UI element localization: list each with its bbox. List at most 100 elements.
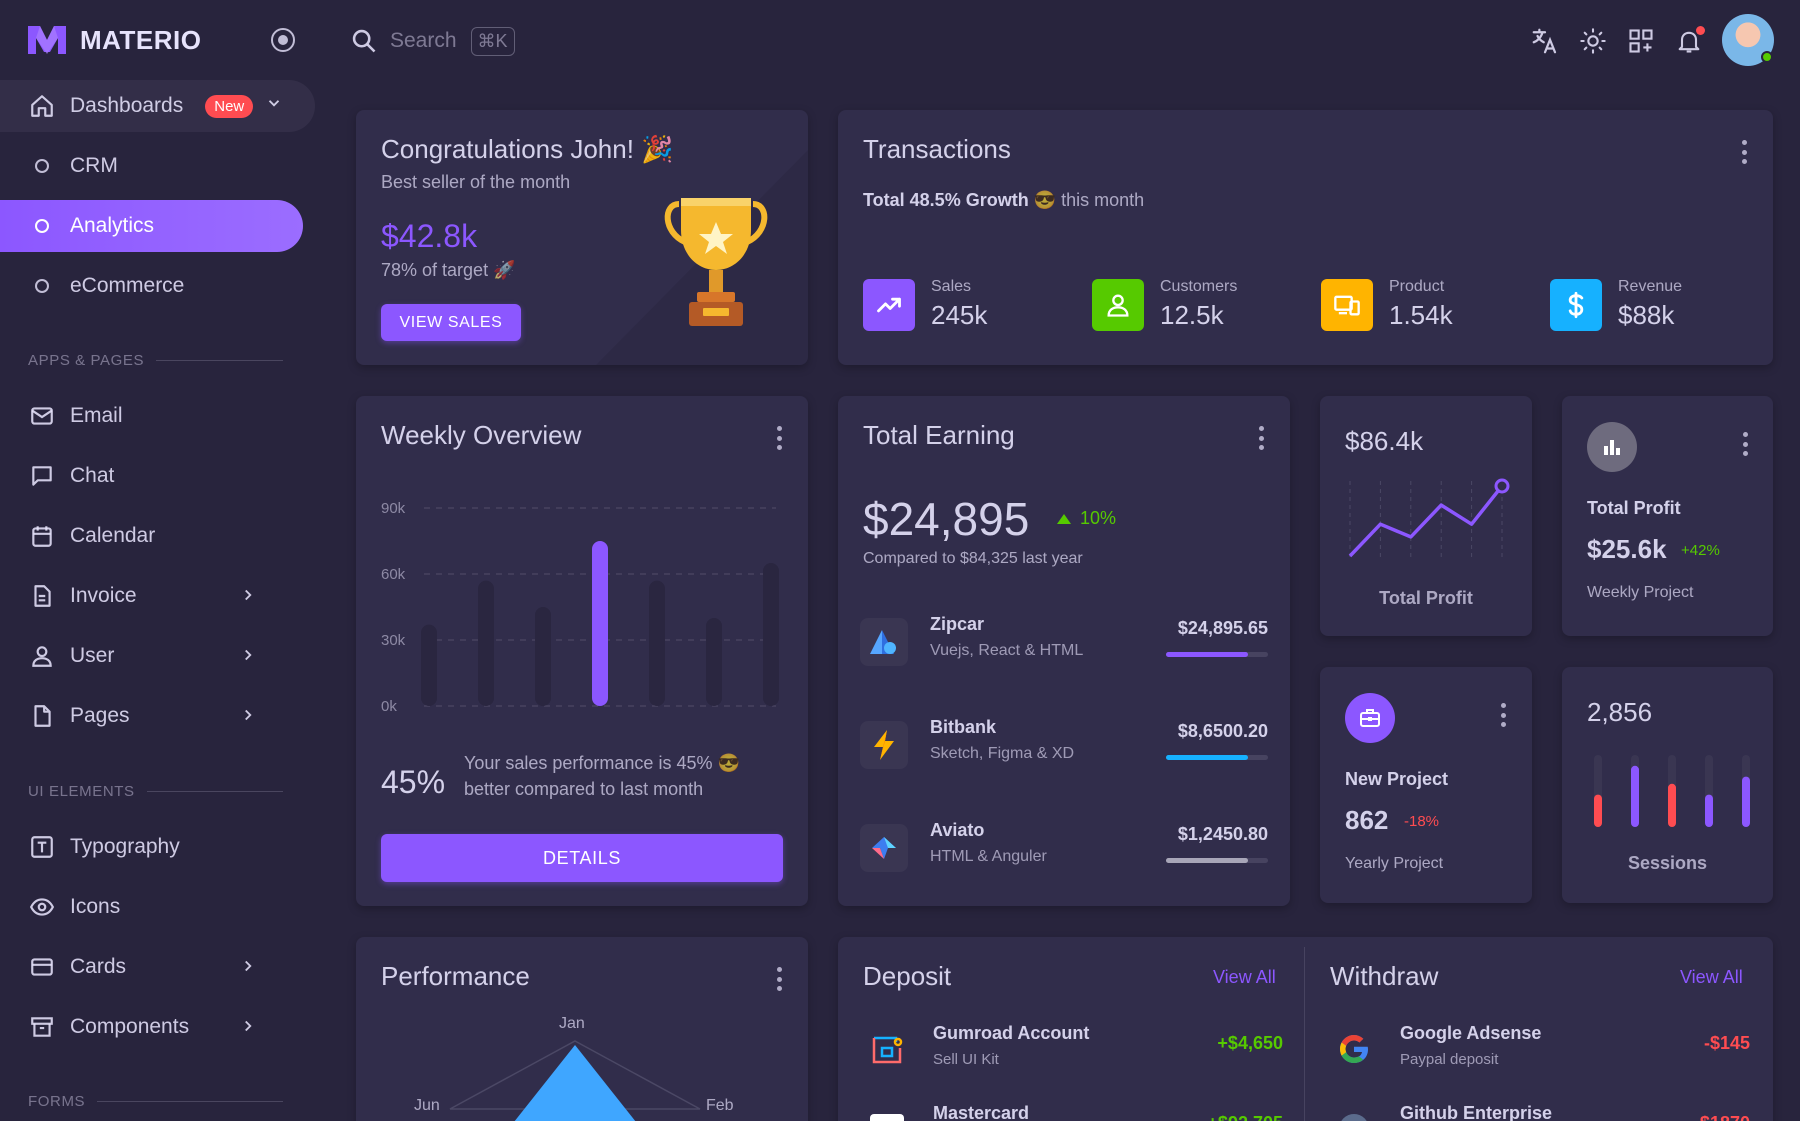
- search-bar[interactable]: Search ⌘K: [350, 24, 515, 58]
- radar-label: Jan: [559, 1015, 585, 1032]
- mail-icon: [28, 402, 56, 430]
- section-title-forms: FORMS: [28, 1093, 283, 1110]
- profit-line-label: Total Profit: [1379, 588, 1473, 608]
- sidebar-item-dashboards[interactable]: Dashboards New: [0, 80, 315, 132]
- bar-chart-icon: [1587, 422, 1637, 472]
- earning-progress-bar: [1166, 755, 1268, 760]
- github-logo-icon: [1330, 1105, 1378, 1121]
- sidebar-item-cards[interactable]: Cards: [0, 941, 315, 993]
- brand[interactable]: MATERIO: [26, 22, 201, 58]
- profit-line-card: $86.4k Total Profit: [1320, 396, 1532, 636]
- stat-value: 1.54k: [1389, 300, 1453, 330]
- earning-item-sub: Sketch, Figma & XD: [930, 745, 1075, 762]
- bar: [535, 607, 551, 706]
- trending-up-icon: [863, 278, 915, 331]
- earning-compare: Compared to $84,325 last year: [863, 550, 1083, 567]
- sidebar-item-pages[interactable]: Pages: [0, 690, 315, 742]
- deposit-item-amount: +$4,650: [1217, 1033, 1283, 1053]
- total-profit-change: +42%: [1681, 542, 1720, 559]
- search-placeholder[interactable]: Search: [390, 29, 457, 53]
- sidebar-item-label: Email: [70, 404, 123, 427]
- sessions-label: Sessions: [1627, 853, 1708, 873]
- card-icon: [28, 953, 56, 981]
- radar-label: Feb: [706, 1097, 734, 1114]
- more-vertical-icon[interactable]: [776, 426, 782, 450]
- sidebar-item-email[interactable]: Email: [0, 390, 315, 442]
- earning-item-name: Zipcar: [930, 614, 985, 634]
- stat-value: $88k: [1618, 300, 1675, 330]
- stat-label: Product: [1389, 278, 1445, 295]
- chevron-right-icon: [239, 645, 257, 671]
- withdraw-title: Withdraw: [1330, 961, 1439, 991]
- bar: [478, 580, 494, 706]
- chat-icon: [28, 462, 56, 490]
- sidebar-collapse-toggle[interactable]: [271, 28, 295, 52]
- session-bar: [1742, 776, 1750, 827]
- sessions-value: 2,856: [1587, 697, 1653, 727]
- new-project-card: New Project 862 -18% Yearly Project: [1320, 667, 1532, 903]
- view-sales-button[interactable]: VIEW SALES: [381, 304, 521, 341]
- session-bar: [1668, 783, 1676, 827]
- total-profit-value: $25.6k: [1587, 534, 1667, 564]
- earning-row: Bitbank Sketch, Figma & XD $8,6500.20: [860, 715, 1268, 775]
- sidebar-item-label: CRM: [70, 154, 118, 177]
- sidebar-item-crm[interactable]: CRM: [0, 140, 315, 192]
- deposit-view-all-link[interactable]: View All: [1213, 967, 1276, 988]
- more-vertical-icon[interactable]: [1741, 140, 1747, 164]
- total-earning-card: Total Earning $24,895 10% Compared to $8…: [838, 396, 1290, 906]
- profit-line-chart: [1348, 478, 1510, 561]
- sidebar-item-icons[interactable]: Icons: [0, 881, 315, 933]
- typography-icon: [28, 833, 56, 861]
- series-line: [1348, 484, 1504, 558]
- earning-item-sub: HTML & Anguler: [930, 848, 1047, 865]
- sun-icon[interactable]: [1576, 24, 1610, 58]
- details-button[interactable]: DETAILS: [381, 834, 783, 882]
- stat-customers: Customers 12.5k: [1092, 278, 1237, 331]
- chevron-right-icon: [239, 585, 257, 611]
- sidebar-item-calendar[interactable]: Calendar: [0, 510, 315, 562]
- sidebar-item-label: Dashboards: [70, 94, 184, 117]
- sidebar-item-label: Icons: [70, 895, 121, 918]
- sidebar-item-user[interactable]: User: [0, 630, 315, 682]
- more-vertical-icon[interactable]: [1742, 432, 1748, 456]
- session-bar: [1631, 765, 1639, 827]
- page-icon: [28, 702, 56, 730]
- deposit-item-sub: Sell UI Kit: [933, 1051, 999, 1068]
- google-logo-icon: [1330, 1025, 1378, 1073]
- sidebar-item-invoice[interactable]: Invoice: [0, 570, 315, 622]
- congrats-subtitle: Best seller of the month: [381, 172, 571, 192]
- chevron-right-icon: [239, 956, 257, 982]
- weekly-title: Weekly Overview: [381, 420, 582, 450]
- translate-icon[interactable]: [1528, 24, 1562, 58]
- sidebar-item-label: Components: [70, 1015, 190, 1038]
- sidebar-item-components[interactable]: Components: [0, 1001, 315, 1053]
- withdraw-view-all-link[interactable]: View All: [1680, 967, 1743, 988]
- briefcase-icon: [1345, 693, 1395, 743]
- grid-add-icon[interactable]: [1624, 24, 1658, 58]
- deposit-item-name: Gumroad Account: [933, 1023, 1090, 1043]
- section-title-ui: UI ELEMENTS: [28, 783, 283, 800]
- chevron-down-icon: [265, 94, 283, 118]
- withdraw-item-amount: -$1870: [1694, 1113, 1750, 1121]
- home-icon: [28, 92, 56, 120]
- notification-dot: [1696, 26, 1705, 35]
- congrats-title: Congratulations John! 🎉: [381, 134, 674, 164]
- stat-product: Product 1.54k: [1321, 278, 1453, 331]
- y-tick-label: 0k: [381, 698, 397, 715]
- more-vertical-icon[interactable]: [1500, 703, 1506, 727]
- sidebar-item-label: User: [70, 644, 115, 667]
- sidebar-item-analytics[interactable]: Analytics: [0, 200, 303, 252]
- deposit-item-name: Mastercard: [933, 1103, 1030, 1121]
- total-profit-sub: Weekly Project: [1587, 584, 1694, 601]
- deposit-title: Deposit: [863, 961, 952, 991]
- sidebar-item-label: Typography: [70, 835, 180, 858]
- more-vertical-icon[interactable]: [1258, 426, 1264, 450]
- sidebar-item-ecommerce[interactable]: eCommerce: [0, 260, 315, 312]
- deposit-row: Gumroad Account Sell UI Kit +$4,650: [863, 1019, 1283, 1079]
- growth-text: Total 48.5% Growth 😎 this month: [863, 190, 1144, 211]
- weekly-desc-line: Your sales performance is 45% 😎: [464, 753, 740, 773]
- sidebar-item-typography[interactable]: Typography: [0, 821, 315, 873]
- deposit-row: Mastercard +$92,705: [863, 1099, 1283, 1121]
- sidebar-item-chat[interactable]: Chat: [0, 450, 315, 502]
- circle-bullet-icon: [35, 219, 49, 233]
